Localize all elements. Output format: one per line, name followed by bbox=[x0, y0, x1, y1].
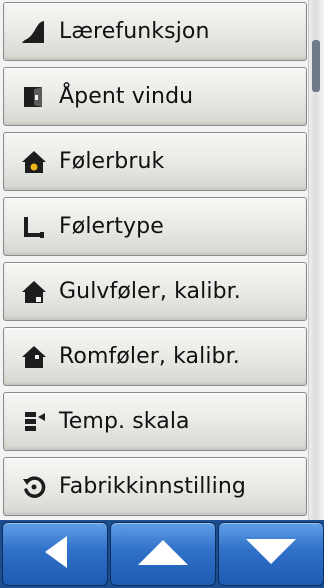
menu-item-label: Lærefunksjon bbox=[59, 19, 210, 44]
bottom-navigation bbox=[0, 520, 324, 588]
menu-item-fabrikkinnstilling[interactable]: Fabrikkinnstilling bbox=[3, 457, 307, 516]
back-button[interactable] bbox=[2, 522, 108, 586]
menu-item-temp-skala[interactable]: Temp. skala bbox=[3, 392, 307, 451]
menu-item-laerefunksjon[interactable]: Lærefunksjon bbox=[3, 2, 307, 61]
menu-item-label: Temp. skala bbox=[59, 409, 190, 434]
factory-reset-icon bbox=[20, 473, 48, 501]
arrow-left-icon bbox=[38, 533, 72, 575]
menu-item-label: Romføler, kalibr. bbox=[59, 344, 240, 369]
open-window-icon bbox=[20, 83, 48, 111]
menu-item-label: Åpent vindu bbox=[59, 84, 194, 109]
arrow-up-icon bbox=[134, 537, 192, 571]
menu-item-gulvfoler-kalibr[interactable]: Gulvføler, kalibr. bbox=[3, 262, 307, 321]
house-sensor-icon bbox=[20, 148, 48, 176]
scroll-up-button[interactable] bbox=[110, 522, 216, 586]
scroll-down-button[interactable] bbox=[218, 522, 324, 586]
menu-item-label: Gulvføler, kalibr. bbox=[59, 279, 241, 304]
menu-item-apent-vindu[interactable]: Åpent vindu bbox=[3, 67, 307, 126]
menu-item-label: Fabrikkinnstilling bbox=[59, 474, 246, 499]
sensor-type-icon bbox=[20, 213, 48, 241]
temp-scale-icon bbox=[20, 408, 48, 436]
learn-ramp-icon bbox=[20, 18, 48, 46]
menu-item-romfoler-kalibr[interactable]: Romføler, kalibr. bbox=[3, 327, 307, 386]
menu-item-label: Følertype bbox=[59, 214, 164, 239]
arrow-down-icon bbox=[242, 537, 300, 571]
settings-menu-list: Lærefunksjon Åpent vindu Følerbruk Føler… bbox=[0, 0, 308, 518]
house-room-icon bbox=[20, 343, 48, 371]
menu-item-folertype[interactable]: Følertype bbox=[3, 197, 307, 256]
scrollbar-thumb[interactable] bbox=[312, 40, 320, 92]
menu-item-label: Følerbruk bbox=[59, 149, 165, 174]
menu-item-folerbruk[interactable]: Følerbruk bbox=[3, 132, 307, 191]
house-floor-icon bbox=[20, 278, 48, 306]
